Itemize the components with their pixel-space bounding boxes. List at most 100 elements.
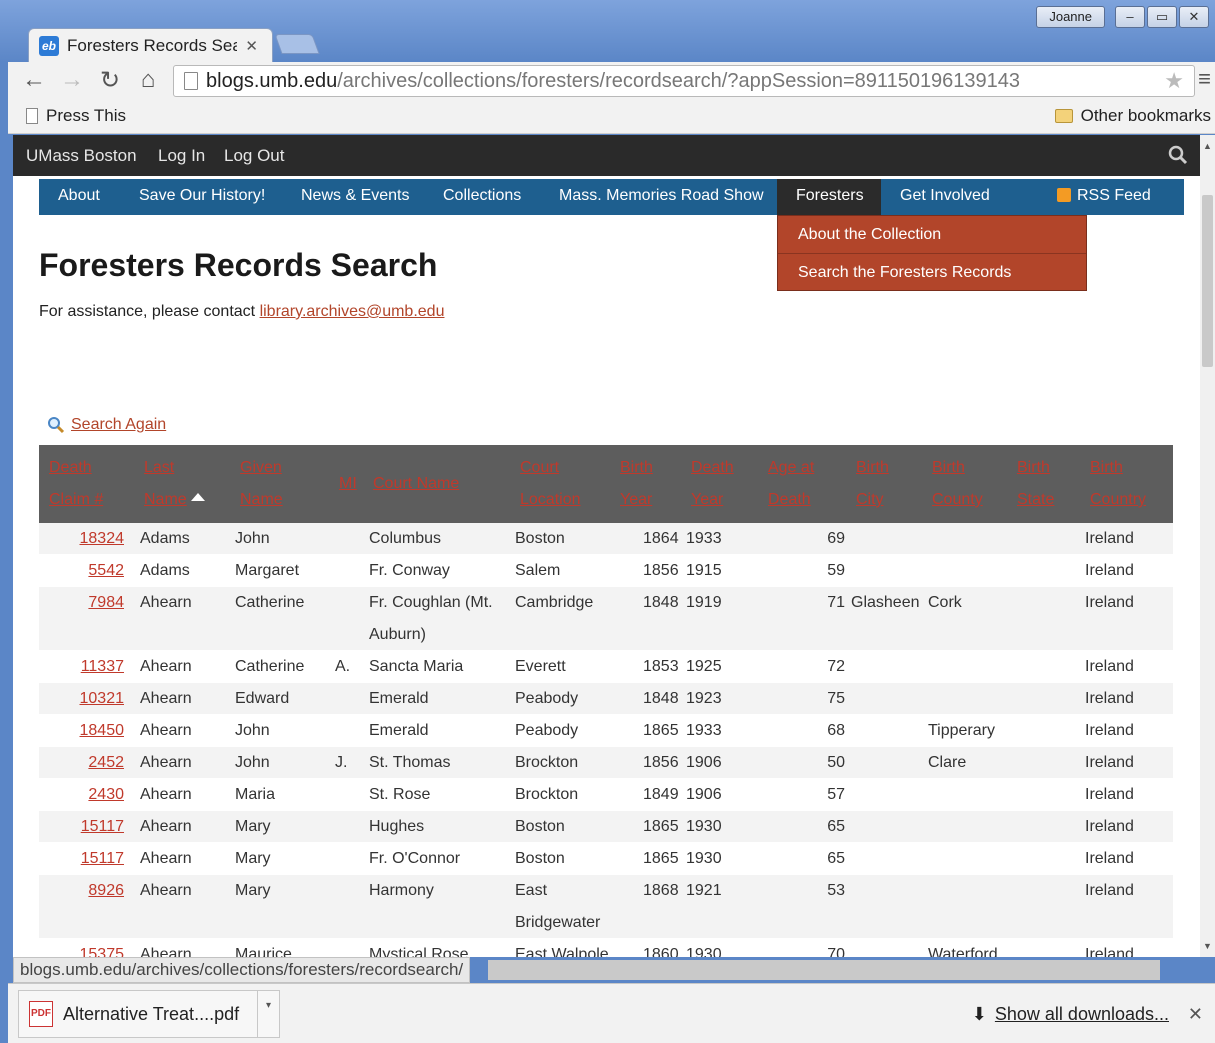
claim-link[interactable]: 15117 [39,811,124,843]
maximize-icon[interactable]: ▭ [1147,6,1177,28]
claim-link[interactable]: 10321 [39,683,125,715]
cell-county: Waterford [928,946,998,957]
cell-given: John [235,754,270,771]
show-all-downloads-link[interactable]: ⬇ Show all downloads... [972,1004,1169,1025]
cell-country: Ireland [1085,562,1134,579]
cell-location: Boston [515,850,565,867]
nav-news-events[interactable]: News & Events [301,187,409,205]
tab-close-icon[interactable]: ✕ [245,37,258,55]
results-table: Death Claim # Last Name Given Name MI Court Nam… [39,445,1173,957]
cell-location: East Walpole [515,946,609,957]
scroll-thumb[interactable] [1202,195,1213,367]
close-downloads-icon[interactable]: ✕ [1188,1004,1203,1025]
back-icon[interactable]: ← [20,66,48,94]
column-header[interactable]: Birth County [932,452,983,516]
column-header[interactable]: Court Location [520,452,581,516]
other-bookmarks[interactable]: Other bookmarks [1054,106,1211,126]
new-tab-button[interactable] [274,34,320,54]
table-row: 18324 Adams John Columbus Boston 1864 1933 69 Ir… [39,523,1173,555]
main-nav: About Save Our History! News & Events Co… [39,179,1184,215]
cell-location: Salem [515,562,561,579]
address-bar[interactable]: blogs.umb.edu/archives/collections/fores… [173,65,1195,97]
cell-court: Columbus [369,530,442,547]
nav-mass-memories[interactable]: Mass. Memories Road Show [559,187,764,205]
cell-death: 1915 [686,562,722,579]
cell-age: 50 [827,754,845,771]
download-item[interactable]: PDF Alternative Treat....pdf ▾ [18,990,280,1038]
bookmark-press-this[interactable]: Press This [26,106,126,126]
umass-boston-link[interactable]: UMass Boston [26,146,137,166]
nav-collections[interactable]: Collections [443,187,521,205]
column-header[interactable]: MI [339,468,357,500]
column-header[interactable]: Birth City [856,452,889,516]
nav-get-involved[interactable]: Get Involved [900,187,990,205]
nav-about[interactable]: About [58,187,100,205]
claim-link[interactable]: 2430 [39,779,124,811]
cell-last: Ahearn [140,786,192,803]
nav-save-our-history[interactable]: Save Our History! [139,187,265,205]
page-icon [26,108,38,124]
email-link[interactable]: library.archives@umb.edu [260,303,445,320]
profile-button[interactable]: Joanne [1036,6,1105,28]
close-window-icon[interactable]: ✕ [1179,6,1209,28]
menu-icon[interactable]: ≡ [1198,66,1211,92]
claim-link[interactable]: 8926 [39,875,124,907]
dropdown-about-collection[interactable]: About the Collection [778,216,1086,253]
nav-rss-feed[interactable]: RSS Feed [1057,187,1151,205]
cell-given: Margaret [235,562,300,579]
claim-link[interactable]: 5542 [39,555,124,587]
nav-foresters[interactable]: Foresters [796,187,864,205]
bookmark-star-icon[interactable]: ★ [1164,68,1184,94]
vertical-scrollbar[interactable]: ▲ ▼ [1200,135,1215,957]
cell-given: Mary [235,850,271,867]
column-header[interactable]: Birth Year [620,452,653,516]
cell-court: Emerald [369,722,429,739]
horizontal-scrollbar[interactable] [488,960,1160,980]
browser-toolbar: ← → ↻ ⌂ blogs.umb.edu/archives/collectio… [8,62,1215,100]
column-header[interactable]: Birth Country [1090,452,1146,516]
login-link[interactable]: Log In [158,146,205,166]
logout-link[interactable]: Log Out [224,146,285,166]
claim-link[interactable]: 15117 [39,843,124,875]
cell-given: Maria [235,786,276,803]
column-header[interactable]: Birth State [1017,452,1054,516]
claim-link[interactable]: 18324 [39,523,125,555]
dropdown-search-records[interactable]: Search the Foresters Records [778,253,1086,290]
cell-given: John [235,530,270,547]
column-header[interactable]: Court Name [373,468,459,500]
cell-last: Ahearn [140,690,192,707]
reload-icon[interactable]: ↻ [96,66,124,95]
scroll-down-icon[interactable]: ▼ [1203,941,1212,951]
cell-death: 1921 [686,882,722,899]
browser-tab[interactable]: eb Foresters Records Sea ✕ [28,28,273,62]
column-header[interactable]: Age at Death [768,452,814,516]
search-again-link[interactable]: Search Again [47,416,166,434]
column-header[interactable]: Last Name [144,452,205,516]
search-icon[interactable] [1168,145,1188,165]
cell-court: Sancta Maria [369,658,464,675]
minimize-icon[interactable]: – [1115,6,1145,28]
chevron-down-icon[interactable]: ▾ [257,991,279,1037]
assistance-text: For assistance, please contact library.a… [39,303,445,320]
claim-link[interactable]: 15375 [39,939,125,957]
claim-link[interactable]: 11337 [39,651,124,683]
column-header[interactable]: Death Claim # [49,452,103,516]
scroll-up-icon[interactable]: ▲ [1203,141,1212,151]
cell-given: John [235,722,270,739]
cell-location: Everett [515,658,566,675]
table-row: 15117 Ahearn Mary Hughes Boston 1865 1930 65 Ire… [39,811,1173,843]
title-bar: Joanne – ▭ ✕ eb Foresters Records Sea ✕ [0,0,1215,62]
claim-link[interactable]: 18450 [39,715,125,747]
home-icon[interactable]: ⌂ [134,66,162,94]
table-row: 7984 Ahearn Catherine Fr. Coughlan (Mt. Aub… [39,587,1173,651]
column-header[interactable]: Death Year [691,452,734,516]
cell-country: Ireland [1085,754,1134,771]
claim-link[interactable]: 7984 [39,587,124,619]
cell-given: Maurice [235,946,292,957]
cell-last: Ahearn [140,850,192,867]
cell-location: Peabody [515,690,579,707]
claim-link[interactable]: 2452 [39,747,124,779]
forward-icon[interactable]: → [58,66,86,94]
column-header[interactable]: Given Name [240,452,283,516]
cell-mi: J. [335,754,348,771]
